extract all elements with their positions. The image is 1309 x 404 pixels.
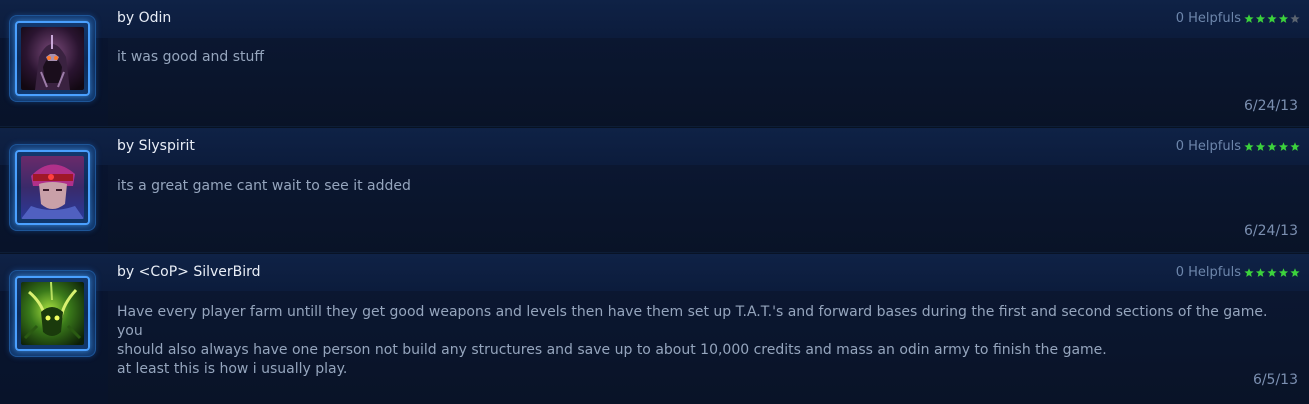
- star-filled-icon: [1267, 14, 1277, 23]
- star-rating: [1244, 268, 1300, 277]
- star-filled-icon: [1278, 142, 1289, 151]
- star-filled-icon: [1290, 142, 1300, 151]
- star-filled-icon: [1244, 14, 1254, 23]
- star-filled-icon: [1244, 268, 1254, 277]
- star-filled-icon: [1267, 142, 1277, 151]
- avatar-frame[interactable]: [9, 270, 96, 357]
- star-filled-icon: [1255, 14, 1266, 23]
- star-filled-icon: [1267, 268, 1277, 277]
- star-filled-icon: [1244, 142, 1254, 151]
- review-author[interactable]: by Slyspirit: [117, 137, 195, 155]
- star-filled-icon: [1278, 14, 1289, 23]
- star-filled-icon: [1255, 268, 1266, 277]
- star-rating: [1244, 14, 1300, 23]
- star-filled-icon: [1278, 268, 1289, 277]
- review-date: 6/24/13: [1244, 98, 1298, 114]
- hooded-warrior-icon: [21, 27, 84, 90]
- review-date: 6/5/13: [1252, 372, 1298, 388]
- star-empty-icon: [1290, 14, 1300, 23]
- avatar: [21, 282, 84, 345]
- reviews-list: by Odin 0 Helpfuls it was good and stuff…: [0, 0, 1309, 404]
- review-comment: Have every player farm untill they get g…: [117, 304, 1268, 377]
- helpfuls-count[interactable]: 0 Helpfuls: [1176, 10, 1241, 28]
- review-comment: it was good and stuff: [117, 49, 265, 65]
- helpfuls-count[interactable]: 0 Helpfuls: [1176, 138, 1241, 156]
- review-item: by <CoP> SilverBird 0 Helpfuls Have ever…: [0, 254, 1309, 404]
- review-date: 6/24/13: [1244, 223, 1298, 239]
- star-filled-icon: [1290, 268, 1300, 277]
- review-comment: its a great game cant wait to see it add…: [117, 178, 411, 194]
- avatar-frame[interactable]: [9, 15, 96, 102]
- zerg-creature-icon: [21, 282, 84, 345]
- avatar: [21, 156, 84, 219]
- star-rating: [1244, 142, 1300, 151]
- review-author[interactable]: by <CoP> SilverBird: [117, 263, 261, 281]
- star-filled-icon: [1255, 142, 1266, 151]
- avatar: [21, 27, 84, 90]
- avatar-frame[interactable]: [9, 144, 96, 231]
- review-item: by Slyspirit 0 Helpfuls its a great game…: [0, 128, 1309, 253]
- review-item: by Odin 0 Helpfuls it was good and stuff…: [0, 0, 1309, 127]
- review-author[interactable]: by Odin: [117, 9, 171, 27]
- helpfuls-count[interactable]: 0 Helpfuls: [1176, 264, 1241, 282]
- ghost-agent-icon: [21, 156, 84, 219]
